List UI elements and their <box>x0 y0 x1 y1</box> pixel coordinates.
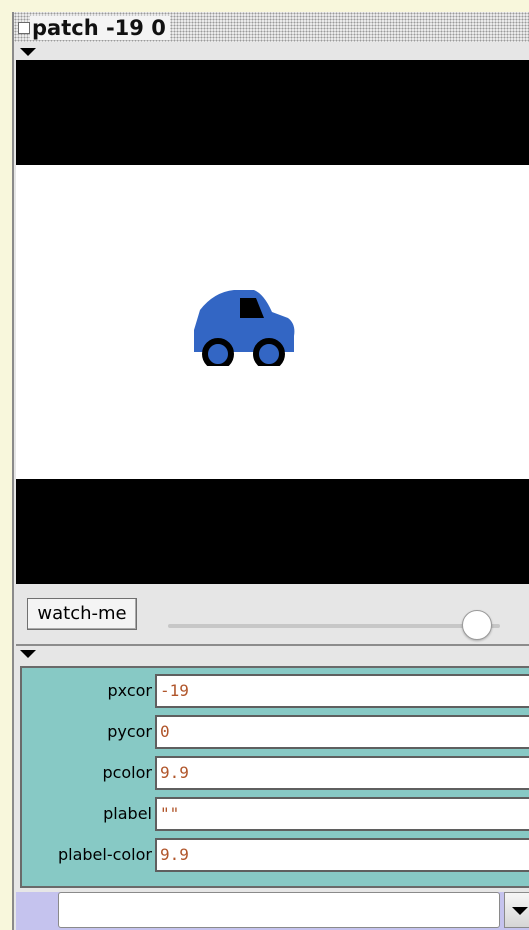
close-box-icon[interactable] <box>18 22 30 34</box>
property-field-plabel[interactable]: "" <box>155 797 529 831</box>
watch-me-button[interactable]: watch-me <box>27 598 137 630</box>
window-title: patch -19 0 <box>30 16 170 40</box>
property-field-pycor[interactable]: 0 <box>155 715 529 749</box>
car-wheel-front <box>202 338 234 366</box>
properties-collapse-triangle-icon[interactable] <box>20 650 36 658</box>
patch-inspector-window: patch -19 0 watch-me pxcor -19 pycor 0 p… <box>12 12 529 930</box>
property-row-plabel: plabel "" <box>22 797 529 831</box>
property-row-plabel-color: plabel-color 9.9 <box>22 838 529 872</box>
car-wheel-rear <box>253 338 285 366</box>
zoom-slider-thumb[interactable] <box>461 610 492 640</box>
properties-panel: pxcor -19 pycor 0 pcolor 9.9 plabel "" p… <box>20 666 529 888</box>
command-input[interactable] <box>58 892 500 928</box>
car-icon <box>194 290 295 366</box>
property-label: pycor <box>107 722 152 741</box>
property-label: pxcor <box>107 681 152 700</box>
section-divider[interactable] <box>16 644 529 646</box>
property-label: plabel <box>103 804 152 823</box>
command-history-dropdown[interactable] <box>504 892 529 928</box>
title-bar[interactable]: patch -19 0 <box>14 12 529 42</box>
property-field-pxcor[interactable]: -19 <box>155 674 529 708</box>
triangle-down-icon <box>512 907 528 915</box>
property-label: pcolor <box>102 763 152 782</box>
zoom-slider-track[interactable] <box>168 624 500 628</box>
property-label: plabel-color <box>57 845 152 864</box>
property-field-pcolor[interactable]: 9.9 <box>155 756 529 790</box>
command-strip <box>16 892 529 930</box>
patch-view <box>16 60 529 584</box>
property-field-plabel-color[interactable]: 9.9 <box>155 838 529 872</box>
view-collapse-triangle-icon[interactable] <box>20 48 36 56</box>
property-row-pcolor: pcolor 9.9 <box>22 756 529 790</box>
property-row-pycor: pycor 0 <box>22 715 529 749</box>
road-stripe-bottom <box>16 479 529 584</box>
property-row-pxcor: pxcor -19 <box>22 674 529 708</box>
road-stripe-top <box>16 60 529 165</box>
